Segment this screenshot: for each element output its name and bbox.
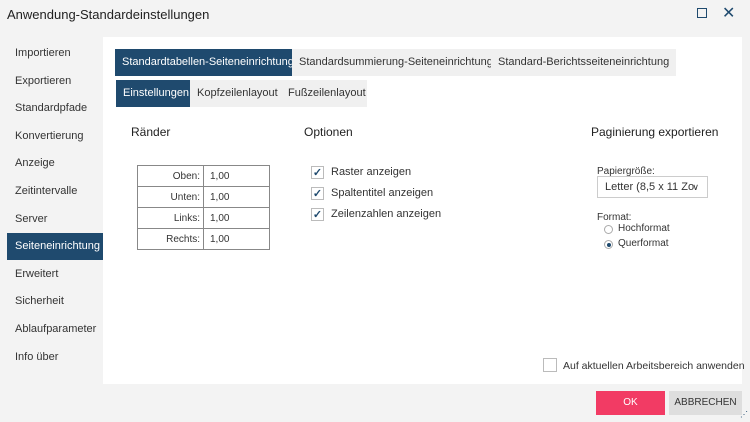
radio-querformat[interactable] bbox=[604, 240, 613, 249]
option-label: Zeilenzahlen anzeigen bbox=[331, 208, 442, 220]
radio-hochformat[interactable] bbox=[604, 225, 613, 234]
tab-standardsummierung[interactable]: Standardsummierung-Seiteneinrichtung bbox=[292, 49, 500, 76]
subtab-einstellungen[interactable]: Einstellungen bbox=[116, 80, 197, 107]
margins-heading: Ränder bbox=[131, 125, 171, 139]
option-checkbox[interactable]: ✓ bbox=[311, 187, 324, 200]
querformat-label: Querformat bbox=[618, 238, 669, 249]
sidebar-item[interactable]: Erweitert bbox=[0, 261, 103, 288]
margin-label: Links: bbox=[137, 207, 204, 229]
paper-size-select[interactable]: Letter (8,5 x 11 Zo ∨ bbox=[597, 176, 708, 198]
margin-label: Oben: bbox=[137, 165, 204, 187]
sidebar-item[interactable]: Ablaufparameter bbox=[0, 316, 103, 343]
sidebar-item[interactable]: Zeitintervalle bbox=[0, 178, 103, 205]
margin-row: Unten: 1,00 bbox=[137, 186, 270, 208]
pagination-heading: Paginierung exportieren bbox=[591, 125, 719, 139]
cancel-button[interactable]: ABBRECHEN bbox=[669, 391, 742, 415]
margin-label: Unten: bbox=[137, 186, 204, 208]
option-label: Spaltentitel anzeigen bbox=[331, 187, 434, 199]
format-label: Format: bbox=[597, 212, 632, 223]
margin-input[interactable]: 1,00 bbox=[203, 207, 270, 229]
margin-row: Rechts: 1,00 bbox=[137, 228, 270, 250]
sidebar-item[interactable]: Importieren bbox=[0, 40, 103, 67]
sidebar-item[interactable]: Seiteneinrichtung bbox=[7, 233, 103, 261]
chevron-down-icon: ∨ bbox=[692, 182, 699, 192]
option-checkbox[interactable]: ✓ bbox=[311, 208, 324, 221]
maximize-icon[interactable] bbox=[697, 8, 707, 18]
close-icon[interactable]: ✕ bbox=[722, 3, 735, 23]
resize-grip-icon[interactable]: ⋰ bbox=[740, 410, 748, 419]
margin-row: Oben: 1,00 bbox=[137, 165, 270, 187]
apply-workspace-checkbox[interactable] bbox=[543, 358, 557, 372]
margin-label: Rechts: bbox=[137, 228, 204, 250]
dialog-title: Anwendung-Standardeinstellungen bbox=[7, 7, 210, 22]
option-label: Raster anzeigen bbox=[331, 166, 412, 178]
margin-input[interactable]: 1,00 bbox=[203, 228, 270, 250]
tab-standardtabellen[interactable]: Standardtabellen-Seiteneinrichtung bbox=[115, 49, 301, 76]
sidebar-item[interactable]: Konvertierung bbox=[0, 123, 103, 150]
subtab-fusszeilenlayout[interactable]: Fußzeilenlayout bbox=[281, 80, 367, 107]
options-heading: Optionen bbox=[304, 125, 353, 139]
sidebar-item[interactable]: Anzeige bbox=[0, 150, 103, 177]
hochformat-label: Hochformat bbox=[618, 223, 670, 234]
sidebar-item[interactable]: Server bbox=[0, 206, 103, 233]
margin-input[interactable]: 1,00 bbox=[203, 165, 270, 187]
subtab-kopfzeilenlayout[interactable]: Kopfzeilenlayout bbox=[190, 80, 285, 107]
margins-table: Oben: 1,00 Unten: 1,00 Links: 1,00 Rechts: 1,00 bbox=[137, 165, 270, 250]
option-checkbox[interactable]: ✓ bbox=[311, 166, 324, 179]
apply-workspace-label: Auf aktuellen Arbeitsbereich anwenden bbox=[563, 360, 745, 372]
paper-size-value: Letter (8,5 x 11 Zo bbox=[605, 181, 695, 193]
margin-input[interactable]: 1,00 bbox=[203, 186, 270, 208]
ok-button[interactable]: OK bbox=[596, 391, 665, 415]
sidebar-item[interactable]: Exportieren bbox=[0, 68, 103, 95]
margin-row: Links: 1,00 bbox=[137, 207, 270, 229]
sidebar-item[interactable]: Sicherheit bbox=[0, 288, 103, 315]
tab-standard-bericht[interactable]: Standard-Berichtsseiteneinrichtung bbox=[491, 49, 677, 76]
sidebar-item[interactable]: Info über bbox=[0, 344, 103, 371]
sidebar-item[interactable]: Standardpfade bbox=[0, 95, 103, 122]
